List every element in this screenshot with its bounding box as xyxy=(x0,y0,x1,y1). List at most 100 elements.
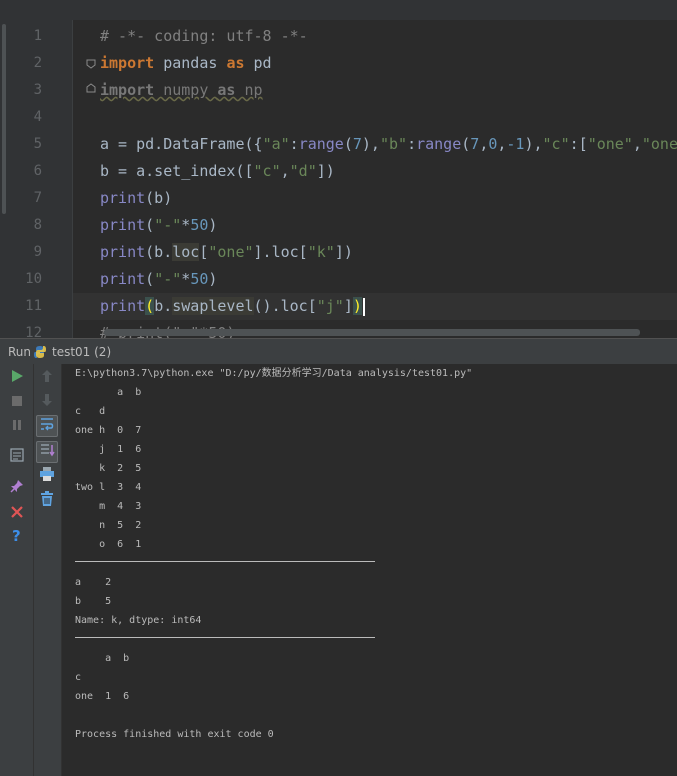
builtin-token: print xyxy=(100,216,146,234)
string-token: "k" xyxy=(307,243,335,261)
rerun-button[interactable] xyxy=(6,366,28,388)
code-token: , xyxy=(479,135,489,153)
scroll-thumb[interactable] xyxy=(2,24,6,214)
code-editor[interactable]: 1 2 3 4 5 6 7 8 9 10 11 12 # -*- coding:… xyxy=(0,20,677,338)
line-number: 3 xyxy=(33,82,42,98)
console-output-line: j 1 6 xyxy=(75,444,142,455)
code-line-10[interactable]: print("-"*50) xyxy=(100,266,217,293)
string-token: "c" xyxy=(253,162,281,180)
run-tab-label[interactable]: test01 (2) xyxy=(52,345,111,359)
code-token: :[ xyxy=(569,135,588,153)
code-token: ].loc[ xyxy=(253,243,308,261)
code-token: pandas xyxy=(154,54,227,72)
svg-text:?: ? xyxy=(12,527,21,543)
code-token: (b) xyxy=(145,189,173,207)
code-token: ) xyxy=(208,216,218,234)
code-line-8[interactable]: print("-"*50) xyxy=(100,212,217,239)
scroll-to-end-icon xyxy=(39,442,55,462)
horizontal-scrollbar[interactable] xyxy=(104,329,640,336)
unused-code-token: np xyxy=(235,81,263,99)
matched-brace: ) xyxy=(352,297,362,315)
stop-button[interactable] xyxy=(6,390,28,412)
number-token: 7 xyxy=(352,135,362,153)
close-icon xyxy=(10,504,24,523)
code-token: ( xyxy=(145,216,155,234)
builtin-token: print xyxy=(100,243,146,261)
string-token: "one xyxy=(641,135,677,153)
code-line-6[interactable]: b = a.set_index(["c","d"]) xyxy=(100,158,335,185)
run-panel-header: Run test01 (2) xyxy=(0,338,677,365)
scroll-up-button[interactable] xyxy=(36,366,58,388)
scroll-to-end-toggle[interactable] xyxy=(36,441,58,463)
help-button[interactable]: ? xyxy=(6,526,28,548)
builtin-token: range xyxy=(416,135,462,153)
dump-threads-button[interactable] xyxy=(6,446,28,468)
code-token: , xyxy=(632,135,642,153)
string-token: "a" xyxy=(262,135,290,153)
code-token: ( xyxy=(461,135,471,153)
code-token: : xyxy=(289,135,299,153)
string-token: "-" xyxy=(154,270,182,288)
number-token: -1 xyxy=(506,135,525,153)
dash-separator-line xyxy=(75,561,375,562)
run-icon xyxy=(10,368,24,387)
string-token: "j" xyxy=(316,297,344,315)
console-output-line: a b xyxy=(75,653,130,664)
code-line-2[interactable]: import pandas as pd xyxy=(100,50,272,77)
fold-start-icon[interactable] xyxy=(86,59,96,69)
soft-wrap-toggle[interactable] xyxy=(36,415,58,437)
trash-icon xyxy=(40,491,54,511)
console-output-line: a b xyxy=(75,387,142,398)
code-token: ), xyxy=(524,135,543,153)
print-icon xyxy=(39,466,55,486)
console-output-line: b 5 xyxy=(75,596,112,607)
code-token: ( xyxy=(343,135,353,153)
line-number: 11 xyxy=(25,298,42,314)
number-token: 50 xyxy=(190,216,209,234)
close-button[interactable] xyxy=(6,502,28,524)
code-line-3[interactable]: import numpy as np xyxy=(100,77,263,104)
string-token: "-" xyxy=(154,216,182,234)
console-output-line: c xyxy=(75,672,82,683)
dash-separator-line xyxy=(75,637,375,638)
soft-wrap-icon xyxy=(39,416,55,436)
console-output[interactable]: E:\python3.7\python.exe "D:/py/数据分析学习/Da… xyxy=(62,364,677,776)
code-token: ().loc[ xyxy=(253,297,317,315)
code-line-7[interactable]: print(b) xyxy=(100,185,172,212)
clear-all-button[interactable] xyxy=(36,490,58,512)
code-token: pd xyxy=(244,54,272,72)
pause-button[interactable] xyxy=(6,414,28,436)
code-token: ) xyxy=(208,270,218,288)
console-output-line: a 2 xyxy=(75,577,112,588)
run-toolbar: ? xyxy=(0,364,62,776)
dump-threads-icon xyxy=(9,447,25,467)
pause-icon xyxy=(11,416,23,435)
string-token: "one" xyxy=(208,243,254,261)
code-token: ]) xyxy=(334,243,353,261)
pin-tab-button[interactable] xyxy=(6,477,28,499)
editor-left-scroll-strip xyxy=(0,20,8,338)
string-token: "one" xyxy=(587,135,633,153)
builtin-token: print xyxy=(100,297,146,315)
code-token: ), xyxy=(361,135,380,153)
code-line-5[interactable]: a = pd.DataFrame({"a":range(7),"b":range… xyxy=(100,131,677,158)
process-finished-line: Process finished with exit code 0 xyxy=(75,729,274,740)
code-token: b. xyxy=(154,297,173,315)
string-token: "b" xyxy=(379,135,408,153)
unused-code-token: numpy xyxy=(154,81,218,99)
stop-icon xyxy=(11,392,23,411)
number-token: 7 xyxy=(470,135,480,153)
line-number: 7 xyxy=(33,190,42,206)
number-token: 50 xyxy=(190,270,209,288)
keyword-token: as xyxy=(226,54,245,72)
fold-end-icon[interactable] xyxy=(86,83,96,93)
pin-icon xyxy=(9,478,25,498)
print-button[interactable] xyxy=(36,465,58,487)
console-output-line: k 2 5 xyxy=(75,463,142,474)
text-caret xyxy=(362,297,365,316)
code-line-9[interactable]: print(b.loc["one"].loc["k"]) xyxy=(100,239,353,266)
code-line-11[interactable]: print(b.swaplevel().loc["j"]) xyxy=(100,293,365,320)
scroll-down-button[interactable] xyxy=(36,390,58,412)
console-output-line: two l 3 4 xyxy=(75,482,142,493)
code-line-1[interactable]: # -*- coding: utf-8 -*- xyxy=(100,23,308,50)
